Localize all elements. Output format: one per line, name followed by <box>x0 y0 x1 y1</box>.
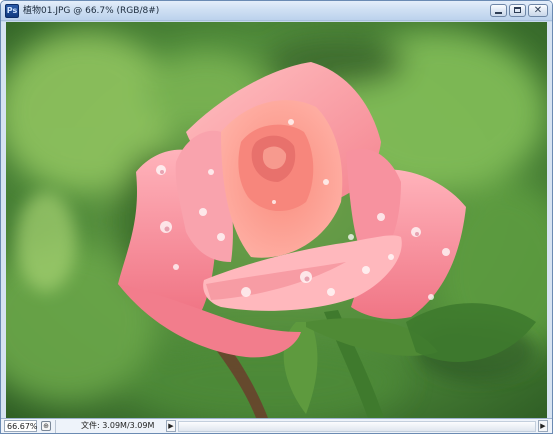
rose-photo <box>6 22 547 418</box>
document-window: Ps 植物01.JPG @ 66.7% (RGB/8#) ✕ 66.67% ⊕ … <box>0 0 553 434</box>
close-icon: ✕ <box>533 5 543 16</box>
scrollbar-thumb[interactable] <box>179 422 535 431</box>
horizontal-scrollbar[interactable] <box>178 421 536 432</box>
title-bar[interactable]: Ps 植物01.JPG @ 66.7% (RGB/8#) ✕ <box>1 1 552 21</box>
minimize-icon <box>495 12 502 14</box>
zoom-level-field[interactable]: 66.67% <box>4 420 38 432</box>
photoshop-document-icon[interactable]: Ps <box>5 4 19 18</box>
status-menu-arrow-icon[interactable]: ▶ <box>166 420 176 432</box>
maximize-icon <box>514 7 521 13</box>
status-separator <box>55 420 56 433</box>
image-canvas[interactable] <box>6 22 547 418</box>
document-size: 文件: 3.09M/3.09M <box>81 421 155 430</box>
status-bar: 66.67% ⊕ 文件: 3.09M/3.09M ▶ ▶ <box>1 418 552 433</box>
scroll-right-arrow-icon[interactable]: ▶ <box>538 420 548 432</box>
maximize-button[interactable] <box>509 4 526 17</box>
right-border <box>547 22 552 418</box>
close-button[interactable]: ✕ <box>528 4 548 17</box>
document-title: 植物01.JPG @ 66.7% (RGB/8#) <box>23 6 160 16</box>
minimize-button[interactable] <box>490 4 507 17</box>
status-info-icon[interactable]: ⊕ <box>41 421 51 431</box>
